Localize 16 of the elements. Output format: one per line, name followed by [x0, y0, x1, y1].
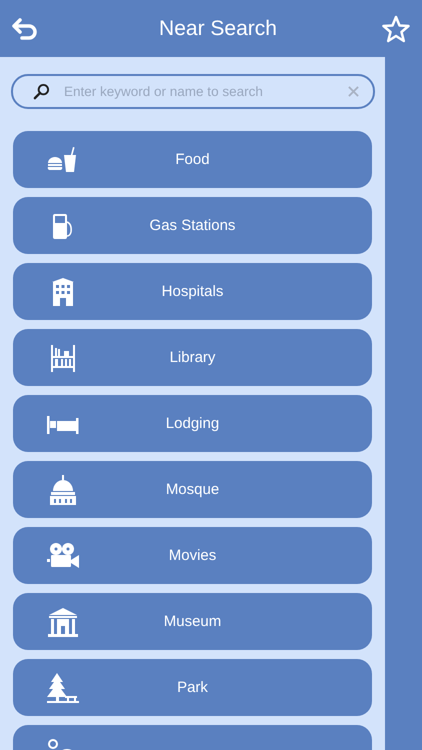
star-icon[interactable] [382, 14, 410, 42]
category-button[interactable]: Museum [13, 593, 372, 650]
search-icon [33, 83, 50, 100]
screen-title: Near Search [159, 16, 277, 40]
search-field[interactable]: Enter keyword or name to search [64, 84, 334, 99]
category-button[interactable]: Hospitals [13, 263, 372, 320]
category-button[interactable]: Library [13, 329, 372, 386]
category-button[interactable]: Mosque [13, 461, 372, 518]
category-button[interactable]: Lodging [13, 395, 372, 452]
category-button[interactable]: Movies [13, 527, 372, 584]
category-button[interactable]: Food [13, 131, 372, 188]
tree-icon [45, 672, 81, 704]
category-button[interactable]: Park [13, 659, 372, 716]
category-button[interactable]: Gas Stations [13, 197, 372, 254]
museum-icon [45, 606, 81, 638]
search-bar[interactable]: Enter keyword or name to search [11, 74, 375, 109]
